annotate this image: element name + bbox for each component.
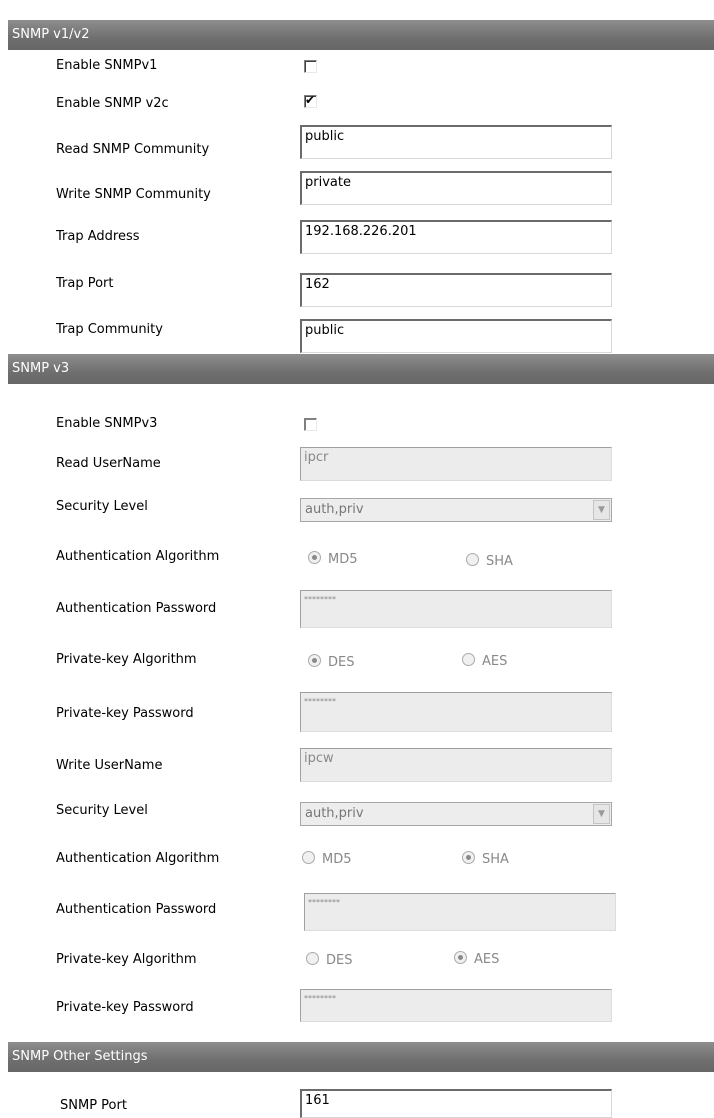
trap-port-input[interactable]: 162 (300, 273, 612, 307)
snmp-port-label: SNMP Port (60, 1098, 127, 1113)
read-auth-md5-label: MD5 (328, 552, 358, 567)
chevron-down-icon[interactable]: ▼ (593, 500, 610, 520)
enable-snmpv1-checkbox[interactable] (304, 60, 317, 73)
read-community-label: Read SNMP Community (56, 142, 210, 157)
write-community-label: Write SNMP Community (56, 187, 211, 202)
write-username-label: Write UserName (56, 758, 163, 773)
write-priv-password-input[interactable]: ******** (300, 989, 612, 1022)
radio-selected-icon (462, 851, 475, 864)
radio-unselected-icon (302, 851, 315, 864)
read-priv-des-radio[interactable]: DES (308, 654, 354, 670)
write-security-level-select[interactable]: auth,priv ▼ (300, 802, 612, 826)
read-priv-aes-label: AES (482, 654, 508, 669)
radio-unselected-icon (466, 553, 479, 566)
write-security-level-label: Security Level (56, 803, 148, 818)
read-auth-sha-label: SHA (486, 554, 513, 569)
write-priv-des-radio[interactable]: DES (306, 952, 352, 968)
write-security-level-value: auth,priv (305, 806, 364, 821)
read-priv-aes-radio[interactable]: AES (462, 653, 507, 669)
read-priv-password-input[interactable]: ******** (300, 692, 612, 732)
read-security-level-value: auth,priv (305, 502, 364, 517)
enable-snmpv2c-label: Enable SNMP v2c (56, 96, 169, 111)
snmp-port-input[interactable]: 161 (300, 1089, 612, 1118)
radio-selected-icon (308, 654, 321, 667)
trap-port-label: Trap Port (56, 276, 114, 291)
write-auth-md5-radio[interactable]: MD5 (302, 851, 352, 867)
write-priv-algorithm-label: Private-key Algorithm (56, 952, 197, 967)
read-auth-password-label: Authentication Password (56, 601, 217, 616)
trap-address-label: Trap Address (56, 229, 140, 244)
read-auth-md5-radio[interactable]: MD5 (308, 551, 358, 567)
enable-snmpv1-label: Enable SNMPv1 (56, 58, 158, 73)
write-auth-algorithm-label: Authentication Algorithm (56, 851, 220, 866)
enable-snmpv2c-checkbox[interactable]: ✔ (304, 93, 317, 108)
write-community-input[interactable]: private (300, 171, 612, 205)
read-security-level-label: Security Level (56, 499, 148, 514)
read-auth-password-input[interactable]: ******** (300, 590, 612, 628)
chevron-down-icon[interactable]: ▼ (593, 804, 610, 824)
read-priv-password-label: Private-key Password (56, 706, 194, 721)
section-header-snmp-v3: SNMP v3 (8, 354, 714, 384)
radio-unselected-icon (306, 952, 319, 965)
radio-unselected-icon (462, 653, 475, 666)
write-auth-password-label: Authentication Password (56, 902, 217, 917)
radio-selected-icon (454, 951, 467, 964)
read-priv-algorithm-label: Private-key Algorithm (56, 652, 197, 667)
write-username-input[interactable]: ipcw (300, 748, 612, 782)
write-priv-password-label: Private-key Password (56, 1000, 194, 1015)
radio-selected-icon (308, 551, 321, 564)
trap-address-input[interactable]: 192.168.226.201 (300, 220, 612, 254)
section-header-snmp-other-settings: SNMP Other Settings (8, 1042, 714, 1072)
read-priv-des-label: DES (328, 655, 355, 670)
section-header-snmp-v1v2: SNMP v1/v2 (8, 20, 714, 50)
write-auth-md5-label: MD5 (322, 852, 352, 867)
read-username-input[interactable]: ipcr (300, 447, 612, 481)
trap-community-label: Trap Community (56, 322, 163, 337)
read-auth-algorithm-label: Authentication Algorithm (56, 549, 220, 564)
read-community-input[interactable]: public (300, 125, 612, 159)
checkmark-icon: ✔ (305, 93, 316, 107)
write-priv-aes-label: AES (474, 952, 500, 967)
enable-snmpv3-checkbox[interactable] (304, 418, 317, 431)
read-security-level-select[interactable]: auth,priv ▼ (300, 498, 612, 522)
read-username-label: Read UserName (56, 456, 161, 471)
enable-snmpv3-label: Enable SNMPv3 (56, 416, 158, 431)
write-auth-sha-radio[interactable]: SHA (462, 851, 509, 867)
write-auth-sha-label: SHA (482, 852, 509, 867)
write-auth-password-input[interactable]: ******** (304, 893, 616, 931)
write-priv-des-label: DES (326, 953, 353, 968)
write-priv-aes-radio[interactable]: AES (454, 951, 499, 967)
trap-community-input[interactable]: public (300, 319, 612, 353)
read-auth-sha-radio[interactable]: SHA (466, 553, 513, 569)
